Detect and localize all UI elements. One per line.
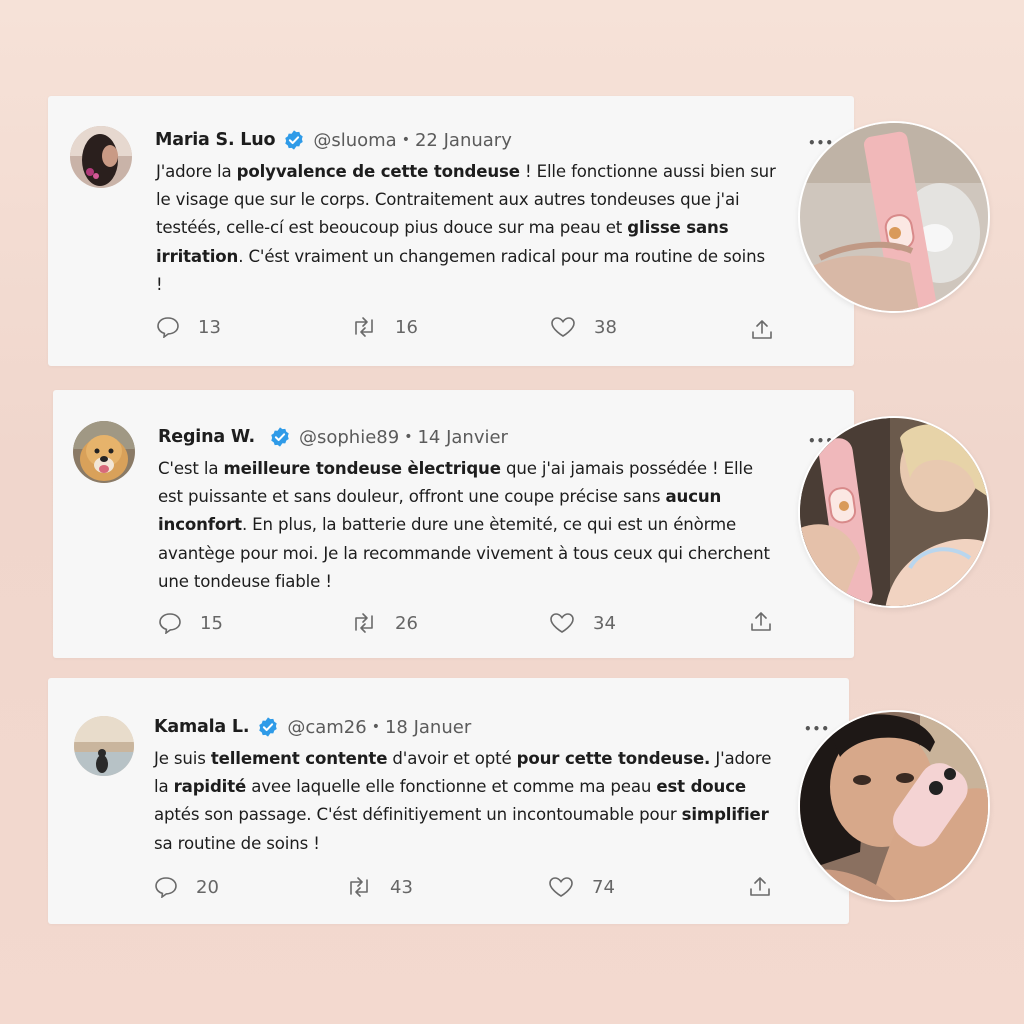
user-name[interactable]: Maria S. Luo	[155, 130, 276, 150]
reply-button[interactable]: 20	[154, 876, 219, 898]
share-icon	[751, 612, 771, 631]
product-photo	[798, 416, 990, 608]
retweet-icon	[350, 877, 368, 897]
separator-dot: •	[401, 132, 410, 148]
tweet-header: Regina W. @sophie89 • 14 Janvier	[158, 426, 508, 448]
like-button[interactable]: 38	[550, 316, 617, 338]
reply-icon	[159, 613, 181, 634]
product-photo	[798, 121, 990, 313]
tweet-date[interactable]: 14 Janvier	[417, 427, 508, 448]
reply-count: 13	[198, 316, 221, 338]
verified-badge-icon	[283, 129, 305, 151]
retweet-count: 43	[390, 876, 413, 898]
tweet-card: Regina W. @sophie89 • 14 Janvier ••• C'e…	[53, 390, 854, 658]
user-handle[interactable]: @sluoma	[313, 130, 396, 151]
separator-dot: •	[371, 719, 380, 735]
tweet-card: Kamala L. @cam26 • 18 Januer ••• Je suis…	[48, 678, 849, 924]
retweet-button[interactable]: 16	[351, 316, 418, 338]
avatar[interactable]	[74, 716, 134, 776]
user-name[interactable]: Kamala L.	[154, 717, 250, 737]
tweet-date[interactable]: 22 January	[415, 130, 512, 151]
tweet-text: Je suis tellement contente d'avoir et op…	[154, 749, 772, 853]
retweet-count: 16	[395, 316, 418, 338]
tweet-header: Kamala L. @cam26 • 18 Januer	[154, 716, 471, 738]
reply-icon	[157, 317, 179, 338]
user-handle[interactable]: @sophie89	[299, 427, 399, 448]
like-count: 34	[593, 612, 616, 634]
tweet-text: C'est la meilleure tondeuse èlectrique q…	[158, 459, 770, 591]
reply-button[interactable]: 15	[158, 612, 223, 634]
more-options-icon[interactable]: •••	[804, 723, 830, 735]
tweet-text: J'adore la polyvalence de cette tondeuse…	[156, 162, 776, 294]
reply-icon	[155, 877, 177, 898]
avatar[interactable]	[73, 421, 135, 483]
reply-button[interactable]: 13	[156, 316, 221, 338]
tweet-card: Maria S. Luo @sluoma • 22 January ••• J'…	[48, 96, 854, 366]
retweet-button[interactable]: 26	[351, 612, 418, 634]
reply-count: 15	[200, 612, 223, 634]
user-handle[interactable]: @cam26	[287, 717, 366, 738]
share-icon	[750, 877, 770, 896]
like-button[interactable]: 34	[549, 612, 616, 634]
product-photo	[798, 710, 990, 902]
share-button[interactable]	[749, 610, 773, 638]
retweet-icon	[355, 613, 373, 633]
verified-badge-icon	[269, 426, 291, 448]
verified-badge-icon	[257, 716, 279, 738]
tweet-date[interactable]: 18 Januer	[385, 717, 471, 738]
tweet-header: Maria S. Luo @sluoma • 22 January	[155, 129, 512, 151]
like-count: 38	[594, 316, 617, 338]
separator-dot: •	[404, 429, 413, 445]
retweet-icon	[355, 317, 373, 337]
retweet-count: 26	[395, 612, 418, 634]
like-count: 74	[592, 876, 615, 898]
heart-icon	[551, 317, 575, 337]
reply-count: 20	[196, 876, 219, 898]
heart-icon	[550, 613, 574, 633]
share-button[interactable]	[750, 318, 774, 346]
heart-icon	[549, 877, 573, 897]
like-button[interactable]: 74	[548, 876, 615, 898]
retweet-button[interactable]: 43	[346, 876, 413, 898]
share-button[interactable]	[748, 875, 772, 903]
avatar[interactable]	[70, 126, 132, 188]
user-name[interactable]: Regina W.	[158, 427, 255, 447]
share-icon	[752, 320, 772, 339]
